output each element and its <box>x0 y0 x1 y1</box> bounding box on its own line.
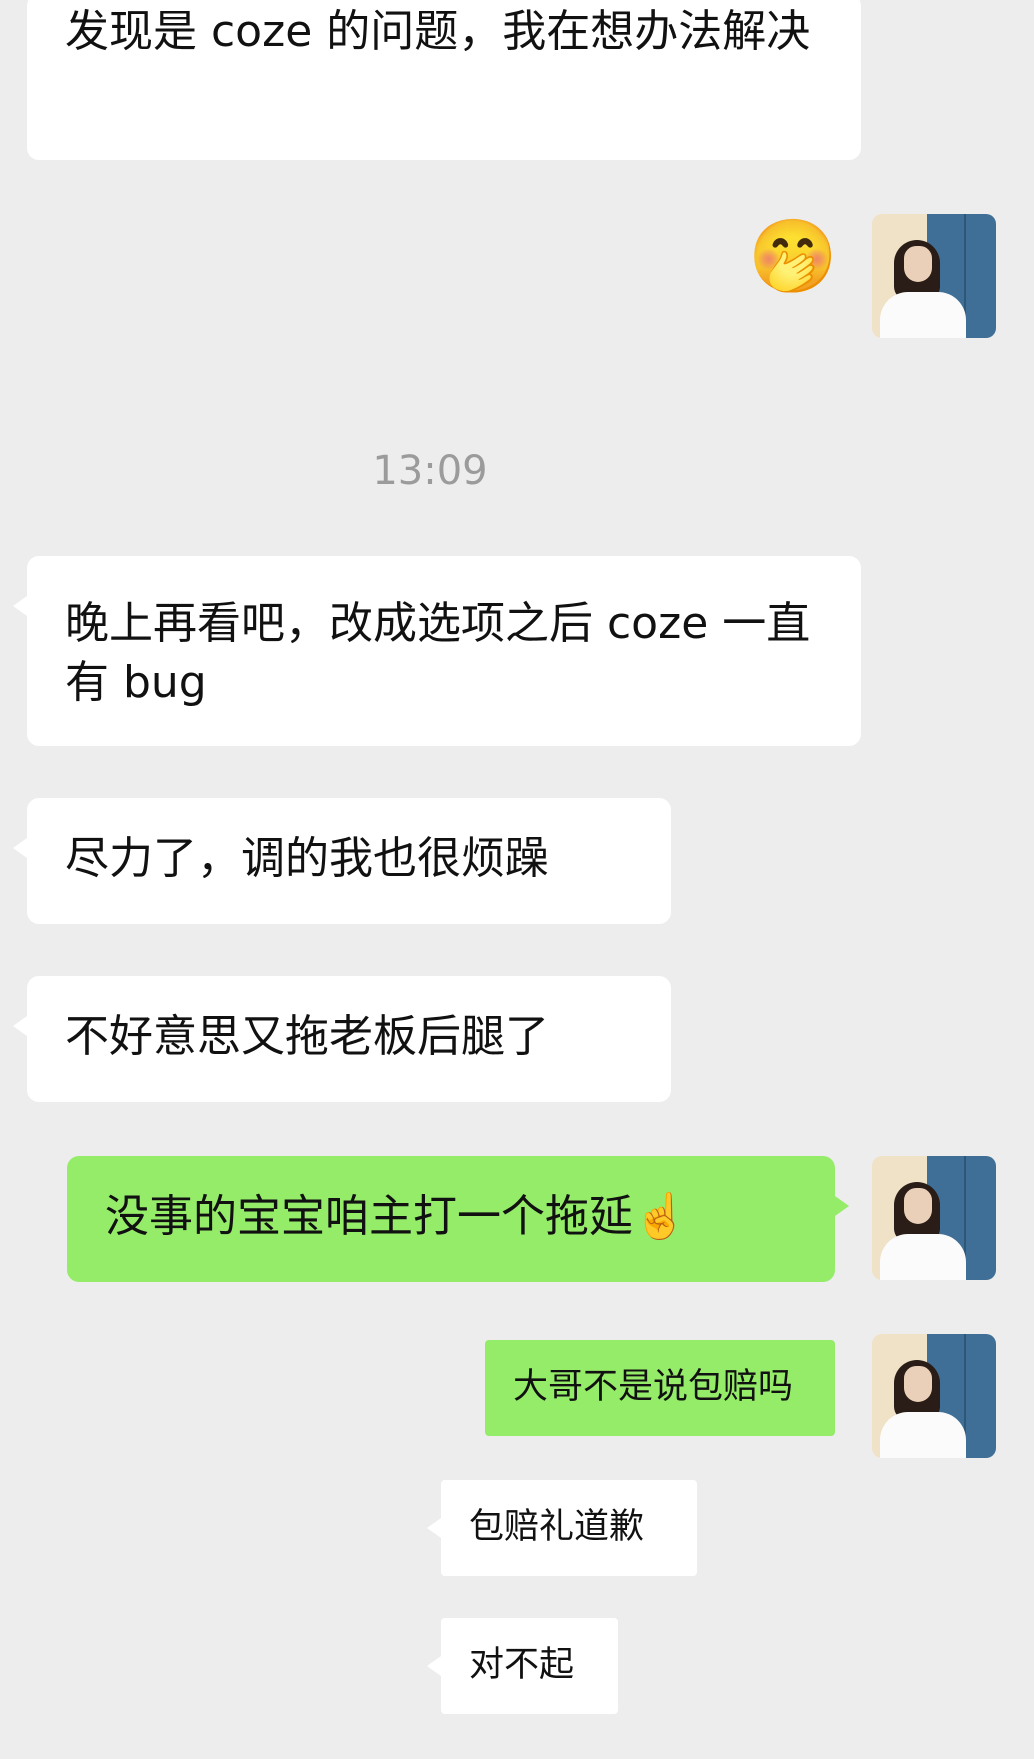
avatar-face <box>904 246 932 282</box>
avatar-face <box>904 1188 932 1224</box>
message-bubble-incoming[interactable]: 不好意思又拖老板后腿了 <box>13 976 671 1102</box>
chat-timestamp: 13:09 <box>372 448 488 494</box>
message-bubble-incoming[interactable]: 发现是 coze 的问题，我在想办法解决 <box>27 0 861 160</box>
message-text: 包赔礼道歉 <box>469 1507 645 1548</box>
message-text: 晚上再看吧，改成选项之后 coze 一直有 bug <box>65 598 811 709</box>
message-bubble-outgoing[interactable]: 大哥不是说包赔吗 <box>485 1340 835 1436</box>
sticker-text: 🤭 <box>748 214 838 298</box>
message-bubble-incoming[interactable]: .m2::before { top: 54px; } 晚上再看吧，改成选项之后 … <box>13 556 861 746</box>
message-bubble-incoming[interactable]: 尽力了，调的我也很烦躁 <box>13 798 671 924</box>
avatar-shirt <box>880 292 966 338</box>
message-text: 没事的宝宝咱主打一个拖延☝️ <box>105 1191 688 1242</box>
message-text: 发现是 coze 的问题，我在想办法解决 <box>65 6 811 57</box>
message-text: 尽力了，调的我也很烦躁 <box>65 833 549 884</box>
message-text: 不好意思又拖老板后腿了 <box>65 1011 549 1062</box>
user-avatar[interactable] <box>872 214 996 338</box>
user-avatar[interactable] <box>872 1156 996 1280</box>
user-avatar[interactable] <box>872 1334 996 1458</box>
message-text: 大哥不是说包赔吗 <box>513 1367 794 1408</box>
avatar-shirt <box>880 1412 966 1458</box>
peeking-emoji-sticker[interactable]: 🤭 <box>748 220 838 292</box>
avatar-shirt <box>880 1234 966 1280</box>
avatar-face <box>904 1366 932 1402</box>
message-bubble-outgoing[interactable]: 没事的宝宝咱主打一个拖延☝️ <box>67 1156 849 1282</box>
message-bubble-incoming[interactable]: 对不起 <box>427 1618 618 1714</box>
message-bubble-incoming[interactable]: 包赔礼道歉 <box>427 1480 697 1576</box>
message-text: 对不起 <box>469 1645 575 1686</box>
